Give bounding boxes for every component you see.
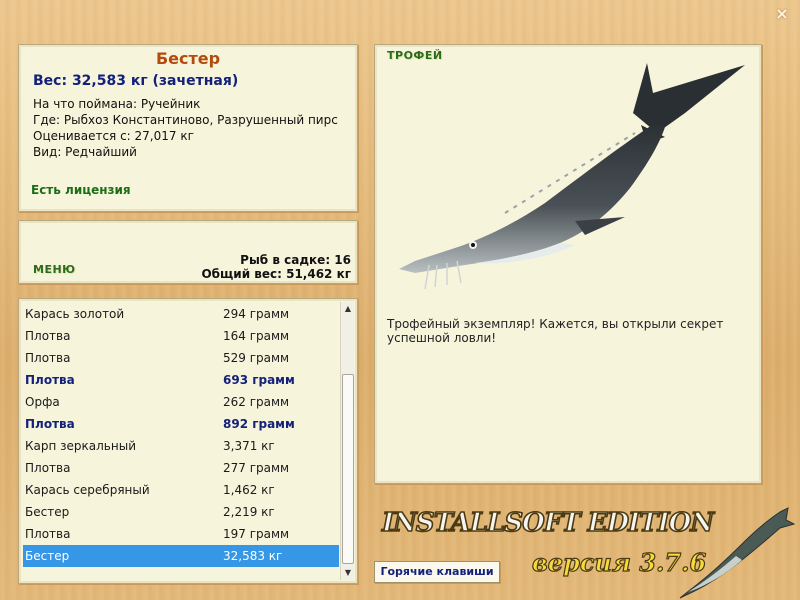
catch-fish-name: Бестер [25,549,70,563]
scroll-up-icon[interactable]: ▲ [341,302,355,316]
catch-fish-name: Плотва [25,461,71,475]
catch-fish-weight: 294 грамм [223,307,290,321]
caught-with: На что поймана: Ручейник [33,97,201,111]
catch-fish-name: Орфа [25,395,60,409]
rarity: Вид: Редчайший [33,145,137,159]
catch-list-item[interactable]: Плотва 892 грамм [23,413,339,435]
catch-list-rows: Карась золотой 294 грамм Плотва 164 грамм Пл… [23,303,339,567]
catch-list-item[interactable]: Плотва 529 грамм [23,347,339,369]
catch-list-item[interactable]: Плотва 277 грамм [23,457,339,479]
catch-fish-weight: 32,583 кг [223,549,283,563]
catch-list-scrollbar[interactable]: ▲ ▼ [340,302,354,580]
catch-fish-weight: 277 грамм [223,461,290,475]
catch-list-item[interactable]: Плотва 164 грамм [23,325,339,347]
catch-fish-name: Плотва [25,527,71,541]
trophy-message: Трофейный экземпляр! Кажется, вы открыли… [387,317,724,345]
catch-fish-weight: 262 грамм [223,395,290,409]
fish-weight: Вес: 32,583 кг (зачетная) [33,73,239,89]
license-status: Есть лицензия [31,183,131,197]
catch-fish-name: Плотва [25,351,71,365]
catch-fish-weight: 892 грамм [223,417,295,431]
trophy-panel: ТРОФЕЙ Трофейный экземпляр! Кажется, вы … [374,44,762,484]
logo-fish-icon [679,507,796,599]
keepnet-stats: Рыб в садке: 16 Общий вес: 51,462 кг [201,253,351,281]
catch-fish-name: Плотва [25,417,75,431]
catch-fish-weight: 197 грамм [223,527,290,541]
catch-list-item[interactable]: Карась золотой 294 грамм [23,303,339,325]
catch-list-item[interactable]: Орфа 262 грамм [23,391,339,413]
installsoft-logo: INSTALLSOFT EDITION версия 3.7.6 [376,504,796,600]
catch-list-item[interactable]: Бестер 32,583 кг [23,545,339,567]
fish-name: Бестер [155,49,221,68]
logo-brand: INSTALLSOFT EDITION [381,507,715,539]
catch-fish-weight: 529 грамм [223,351,290,365]
catch-list-item[interactable]: Плотва 197 грамм [23,523,339,545]
caught-where: Где: Рыбхоз Константиново, Разрушенный п… [33,113,338,127]
total-weight: Общий вес: 51,462 кг [201,267,351,281]
scroll-down-icon[interactable]: ▼ [341,566,355,580]
catch-list[interactable]: Карась золотой 294 грамм Плотва 164 грамм Пл… [18,298,358,584]
menu-button[interactable]: МЕНЮ [33,263,76,276]
trophy-title: ТРОФЕЙ [387,49,443,62]
catch-list-item[interactable]: Бестер 2,219 кг [23,501,339,523]
catch-fish-name: Карп зеркальный [25,439,136,453]
catch-list-item[interactable]: Карась серебряный 1,462 кг [23,479,339,501]
catch-fish-name: Плотва [25,373,75,387]
catch-fish-weight: 1,462 кг [223,483,275,497]
fish-count: Рыб в садке: 16 [240,253,351,267]
fish-info-panel: Бестер Вес: 32,583 кг (зачетная) На что … [18,44,358,212]
fish-details: На что поймана: Ручейник Где: Рыбхоз Кон… [33,96,349,160]
catch-fish-name: Бестер [25,505,70,519]
catch-fish-name: Карась золотой [25,307,125,321]
catch-fish-weight: 164 грамм [223,329,290,343]
menu-panel: МЕНЮ Рыб в садке: 16 Общий вес: 51,462 к… [18,220,358,284]
catch-list-item[interactable]: Плотва 693 грамм [23,369,339,391]
catch-list-item[interactable]: Карп зеркальный 3,371 кг [23,435,339,457]
catch-fish-weight: 693 грамм [223,373,295,387]
catch-fish-weight: 3,371 кг [223,439,275,453]
close-icon[interactable]: × [774,6,790,22]
catch-fish-name: Плотва [25,329,71,343]
scroll-thumb[interactable] [342,374,354,564]
rated-from: Оценивается с: 27,017 кг [33,129,194,143]
catch-fish-name: Карась серебряный [25,483,150,497]
sturgeon-image [399,63,745,290]
catch-fish-weight: 2,219 кг [223,505,275,519]
